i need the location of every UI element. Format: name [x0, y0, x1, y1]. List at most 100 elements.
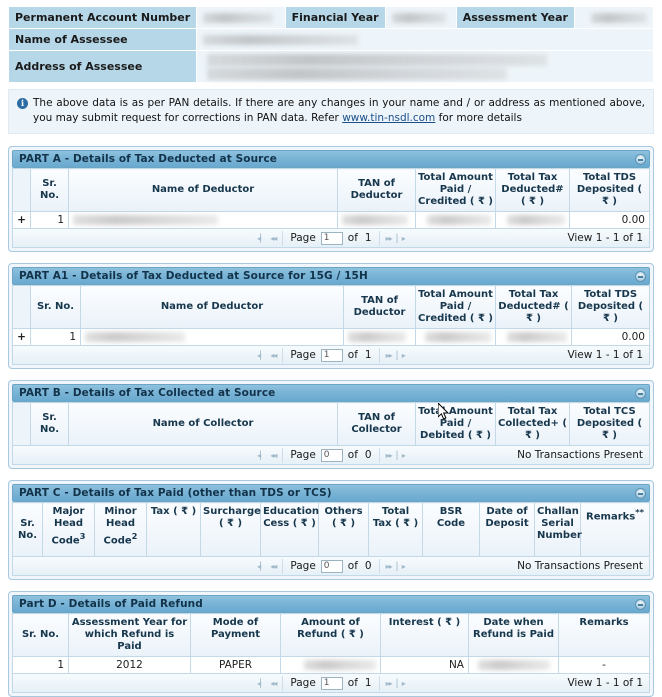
part-a-expander-col	[12, 168, 31, 212]
part-c-col-sr-no: Sr. No.	[12, 502, 43, 557]
part-c-header: PART C - Details of Tax Paid (other than…	[12, 484, 650, 502]
part-a-header: PART A - Details of Tax Deducted at Sour…	[12, 150, 650, 168]
pager-of-label: of	[347, 677, 358, 689]
pager-page-label: Page	[290, 349, 316, 361]
first-page-icon[interactable]: ◂▏	[256, 234, 266, 243]
pager-total-pages: 0	[364, 449, 372, 461]
cell-total-tax-deducted	[495, 211, 570, 229]
prev-page-icon[interactable]: ◂◂	[269, 679, 277, 688]
part-c-col-remarks: Remarks**	[580, 502, 650, 557]
assessment-year-label: Assessment Year	[455, 6, 576, 29]
pager-total-pages: 1	[364, 677, 372, 689]
part-b-status: No Transactions Present	[517, 449, 643, 461]
pager-total-pages: 0	[364, 560, 372, 572]
collapse-icon[interactable]	[635, 271, 646, 282]
pager-divider-2	[378, 447, 380, 463]
page-number-input[interactable]	[320, 348, 343, 362]
table-row[interactable]: + 1 0.00	[12, 211, 650, 229]
next-page-icon[interactable]: ▸▸	[385, 562, 393, 571]
name-value	[196, 28, 654, 51]
first-page-icon[interactable]: ◂▏	[256, 451, 266, 460]
pager-divider-2	[378, 230, 380, 246]
part-b-expander-col	[12, 402, 31, 446]
part-d-header-row: Sr. No. Assessment Year for which Refund…	[12, 613, 650, 657]
part-a1-col-total-tax-deducted: Total Tax Deducted# ( ₹ )	[495, 285, 572, 329]
cell-sr-no: 1	[12, 656, 69, 674]
part-a-pager-controls: ◂▏ ◂◂ Page of 1 ▸▸ ▏▸	[13, 229, 649, 247]
info-banner-text-before-link: The above data is as per PAN details. If…	[33, 97, 645, 124]
info-icon: i	[17, 98, 28, 109]
collapse-icon[interactable]	[635, 488, 646, 499]
part-d-header: Part D - Details of Paid Refund	[12, 595, 650, 613]
next-page-icon[interactable]: ▸▸	[385, 234, 393, 243]
tin-nsdl-link[interactable]: www.tin-nsdl.com	[342, 112, 435, 124]
pan-label: Permanent Account Number	[7, 6, 198, 29]
last-page-icon[interactable]: ▏▸	[396, 351, 406, 360]
first-page-icon[interactable]: ◂▏	[256, 562, 266, 571]
collapse-icon[interactable]	[635, 154, 646, 165]
part-a1-col-total-tds-deposited: Total TDS Deposited ( ₹ )	[571, 285, 650, 329]
part-a-header-row: Sr. No. Name of Deductor TAN of Deductor…	[12, 168, 650, 212]
next-page-icon[interactable]: ▸▸	[385, 451, 393, 460]
prev-page-icon[interactable]: ◂◂	[269, 562, 277, 571]
prev-page-icon[interactable]: ◂◂	[269, 351, 277, 360]
part-a1-title: PART A1 - Details of Tax Deducted at Sou…	[19, 270, 368, 282]
panel-part-a: PART A - Details of Tax Deducted at Sour…	[8, 146, 654, 252]
part-d-col-interest: Interest ( ₹ )	[380, 613, 469, 657]
page-number-input[interactable]	[320, 448, 343, 462]
row-expand-button[interactable]: +	[12, 211, 31, 229]
part-a1-header: PART A1 - Details of Tax Deducted at Sou…	[12, 267, 650, 285]
redacted-tax-deducted	[507, 332, 567, 342]
part-a1-col-total-amount-paid: Total Amount Paid / Credited ( ₹ )	[415, 285, 496, 329]
cell-remarks: -	[558, 656, 650, 674]
part-a1-table: Sr. No. Name of Deductor TAN of Deductor…	[12, 285, 650, 346]
redacted-tax-deducted	[507, 215, 565, 225]
pager-divider	[282, 347, 284, 363]
pager-divider	[282, 230, 284, 246]
redacted-assessment-year-value	[591, 13, 647, 23]
collapse-icon[interactable]	[635, 388, 646, 399]
cell-total-amount-paid	[415, 328, 496, 346]
prev-page-icon[interactable]: ◂◂	[269, 451, 277, 460]
table-row[interactable]: + 1 0.00	[12, 328, 650, 346]
pager-divider-2	[378, 347, 380, 363]
page-number-input[interactable]	[320, 231, 343, 245]
part-a-status: View 1 - 1 of 1	[567, 232, 643, 244]
row-expand-button[interactable]: +	[12, 328, 31, 346]
cell-sr-no: 1	[30, 328, 81, 346]
last-page-icon[interactable]: ▏▸	[396, 451, 406, 460]
part-c-status: No Transactions Present	[517, 560, 643, 572]
cell-total-tds-deposited: 0.00	[571, 328, 650, 346]
part-b-col-sr-no: Sr. No.	[30, 402, 69, 446]
part-a-table: Sr. No. Name of Deductor TAN of Deductor…	[12, 168, 650, 229]
pager-divider	[282, 447, 284, 463]
part-a-col-name-of-deductor: Name of Deductor	[68, 168, 338, 212]
part-a-col-total-tds-deposited: Total TDS Deposited ( ₹ )	[569, 168, 650, 212]
pager-divider-2	[378, 675, 380, 691]
part-c-col-tax: Tax ( ₹ )	[146, 502, 201, 557]
part-c-col-others: Others ( ₹ )	[318, 502, 369, 557]
info-banner-text-after-link: for more details	[435, 112, 522, 124]
pager-page-label: Page	[290, 449, 316, 461]
next-page-icon[interactable]: ▸▸	[385, 351, 393, 360]
part-d-pager: ◂▏ ◂◂ Page of 1 ▸▸ ▏▸ View 1 - 1 of 1	[12, 674, 650, 693]
part-c-table: Sr. No. Major Head Code3 Minor Head Code2 …	[12, 502, 650, 557]
last-page-icon[interactable]: ▏▸	[396, 562, 406, 571]
first-page-icon[interactable]: ◂▏	[256, 351, 266, 360]
collapse-icon[interactable]	[635, 599, 646, 610]
prev-page-icon[interactable]: ◂◂	[269, 234, 277, 243]
last-page-icon[interactable]: ▏▸	[396, 679, 406, 688]
page-number-input[interactable]	[320, 676, 343, 690]
pager-page-label: Page	[290, 677, 316, 689]
last-page-icon[interactable]: ▏▸	[396, 234, 406, 243]
pan-details-info-banner: i The above data is as per PAN details. …	[8, 89, 654, 134]
first-page-icon[interactable]: ◂▏	[256, 679, 266, 688]
table-row[interactable]: 1 2012 PAPER NA -	[12, 656, 650, 674]
next-page-icon[interactable]: ▸▸	[385, 679, 393, 688]
part-c-col-total-tax: Total Tax ( ₹ )	[368, 502, 423, 557]
part-c-col-challan-serial-number: Challan Serial Number	[534, 502, 582, 557]
redacted-refund-date	[477, 660, 550, 670]
part-b-col-total-tcs-deposited: Total TCS Deposited ( ₹ )	[569, 402, 650, 446]
page-number-input[interactable]	[320, 559, 343, 573]
part-c-header-row: Sr. No. Major Head Code3 Minor Head Code2 …	[12, 502, 650, 557]
